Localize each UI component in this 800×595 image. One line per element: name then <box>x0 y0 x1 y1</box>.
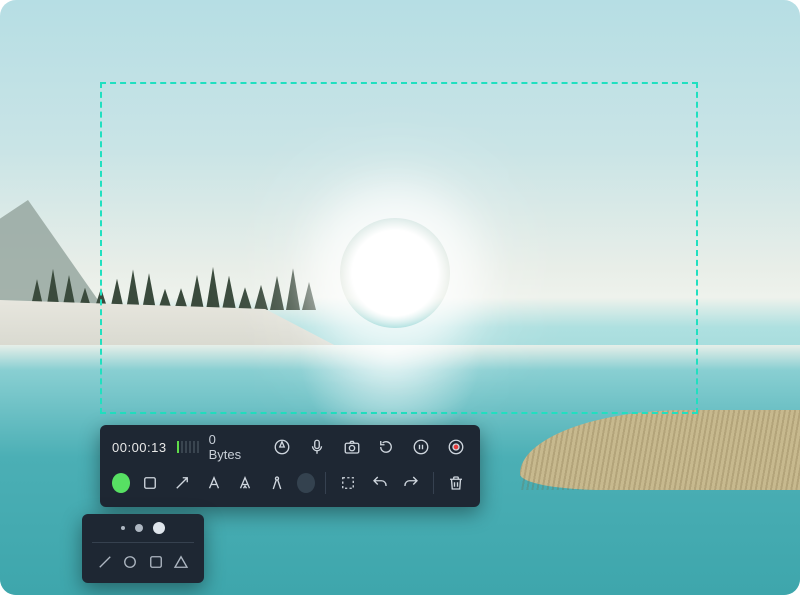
compass-tool[interactable] <box>265 470 289 496</box>
capture-region[interactable] <box>100 82 698 414</box>
stroke-size-option[interactable] <box>153 522 165 534</box>
shape-options-popup <box>82 514 204 583</box>
redo-button[interactable] <box>400 470 424 496</box>
triangle-shape[interactable] <box>170 551 192 573</box>
stroke-size-option[interactable] <box>135 524 143 532</box>
recording-timer: 00:00:13 <box>112 440 167 455</box>
toolbar-divider <box>433 472 434 494</box>
microphone-button[interactable] <box>305 434 330 460</box>
line-shape[interactable] <box>94 551 116 573</box>
toolbar-annotation-row <box>112 467 468 499</box>
pause-button[interactable] <box>409 434 434 460</box>
restart-button[interactable] <box>374 434 399 460</box>
audio-level-meter <box>177 441 199 453</box>
undo-button[interactable] <box>368 470 392 496</box>
highlighter-tool[interactable] <box>233 470 257 496</box>
snapshot-button[interactable] <box>339 434 364 460</box>
record-button[interactable] <box>443 434 468 460</box>
stroke-size-option[interactable] <box>121 526 125 530</box>
shape-picker <box>92 543 194 573</box>
trash-button[interactable] <box>444 470 468 496</box>
file-size-label: 0 Bytes <box>209 432 250 462</box>
cursor-highlight-button[interactable] <box>270 434 295 460</box>
stroke-size-picker <box>92 522 194 543</box>
square-shape[interactable] <box>145 551 167 573</box>
text-tool[interactable] <box>202 470 226 496</box>
toolbar-divider <box>325 472 326 494</box>
circle-shape[interactable] <box>119 551 141 573</box>
marquee-tool[interactable] <box>336 470 360 496</box>
rectangle-tool[interactable] <box>138 470 162 496</box>
color-swatch[interactable] <box>112 473 130 493</box>
toolbar-status-row: 00:00:13 0 Bytes <box>112 433 468 461</box>
screen-recorder-scene: 00:00:13 0 Bytes <box>0 0 800 595</box>
recording-toolbar: 00:00:13 0 Bytes <box>100 425 480 507</box>
secondary-color-swatch[interactable] <box>297 473 315 493</box>
arrow-tool[interactable] <box>170 470 194 496</box>
